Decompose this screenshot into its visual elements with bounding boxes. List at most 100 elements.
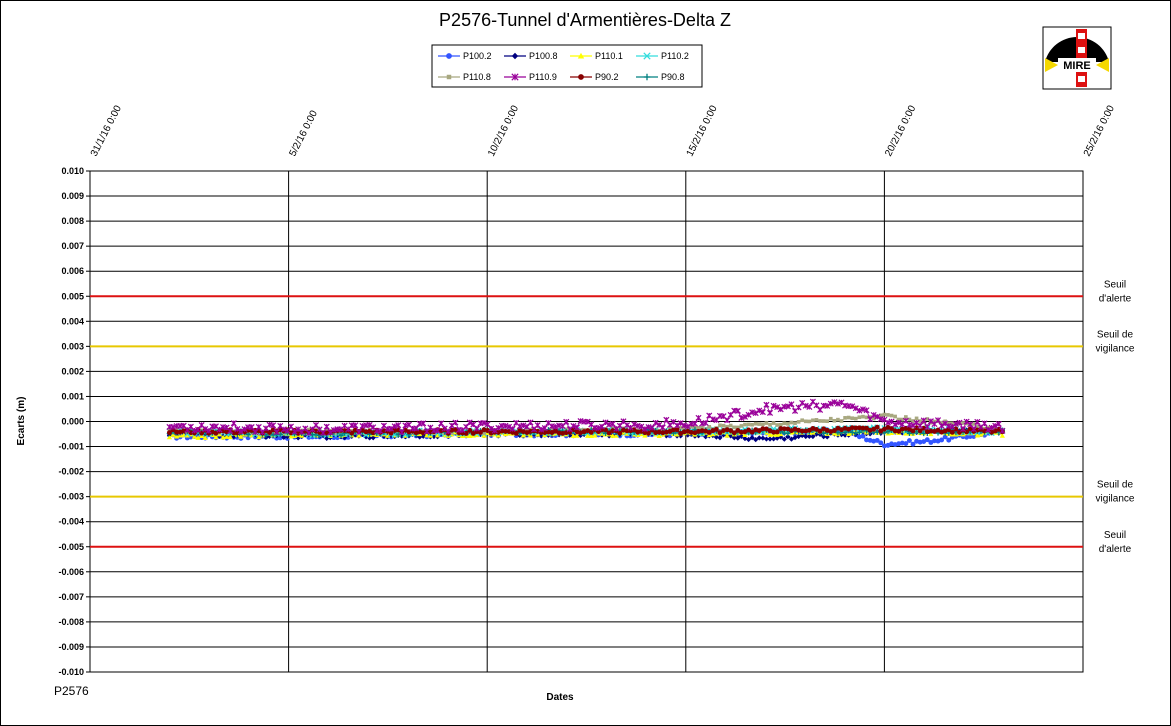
data-point <box>910 441 916 447</box>
plot-area: 0.010 0.009 0.008 0.007 0.006 0.005 0.004 0.003… <box>58 103 1134 677</box>
data-point <box>946 437 952 443</box>
legend-label: P110.1 <box>595 51 623 61</box>
y-tick-label: -0.002 <box>58 467 84 477</box>
data-point <box>910 428 916 434</box>
data-point <box>728 423 733 428</box>
data-point <box>166 430 172 436</box>
threshold-label: Seuil de vigilance <box>1096 480 1135 505</box>
data-point <box>796 420 801 424</box>
data-point <box>814 418 819 422</box>
legend-label: P90.2 <box>595 72 619 82</box>
data-point <box>753 421 758 426</box>
data-point <box>757 422 762 426</box>
data-point <box>893 414 897 419</box>
data-point <box>874 424 880 430</box>
data-point <box>789 420 794 425</box>
legend-label: P100.8 <box>529 51 558 61</box>
y-tick-label: 0.003 <box>61 341 84 351</box>
data-point <box>803 419 808 424</box>
data-point <box>746 422 751 427</box>
data-point <box>749 429 755 435</box>
data-point <box>949 429 955 435</box>
logo-ruler-mark <box>1078 33 1085 39</box>
data-point <box>721 423 726 428</box>
data-point <box>800 418 804 423</box>
data-point <box>831 428 837 434</box>
data-point <box>917 428 923 434</box>
data-point <box>793 421 797 426</box>
y-tick-label: 0.000 <box>61 417 84 427</box>
y-tick-label: -0.004 <box>58 517 84 527</box>
y-tick-label: 0.006 <box>61 266 84 276</box>
y-tick-label: -0.005 <box>58 542 84 552</box>
data-point <box>861 414 865 419</box>
legend: P100.2 P100.8 P110.1 P110.2 P110.8 P110.9 P90.… <box>431 44 703 88</box>
data-point <box>761 422 765 427</box>
data-point <box>732 425 737 430</box>
data-point <box>786 421 790 426</box>
y-tick-label: -0.010 <box>58 667 84 677</box>
y-tick-label: 0.001 <box>61 391 84 401</box>
data-point <box>771 421 776 425</box>
data-point <box>853 416 858 421</box>
data-point <box>886 413 890 417</box>
data-point <box>836 417 840 422</box>
data-point <box>778 422 783 427</box>
data-point <box>843 416 847 420</box>
data-point <box>839 419 844 423</box>
y-tick-label: 0.005 <box>61 291 84 301</box>
data-point <box>817 428 823 434</box>
data-point <box>807 419 812 424</box>
data-point <box>764 421 769 425</box>
data-point <box>821 419 826 423</box>
x-tick-label: 15/2/16 0:00 <box>685 103 720 158</box>
data-point <box>617 430 623 436</box>
data-point <box>846 415 851 420</box>
data-point <box>713 426 719 432</box>
data-point <box>828 416 833 421</box>
y-tick-label: -0.006 <box>58 567 84 577</box>
y-axis-label: Ecarts (m) <box>16 397 27 446</box>
x-tick-label: 31/1/16 0:00 <box>89 103 124 158</box>
data-point <box>774 429 780 435</box>
mire-logo: MIRE <box>1042 26 1112 90</box>
y-tick-label: 0.009 <box>61 191 84 201</box>
threshold-label: Seuil d'alerte <box>1099 530 1132 555</box>
data-point <box>832 418 837 423</box>
legend-swatch-marker <box>578 74 584 80</box>
data-point <box>825 419 830 424</box>
legend-swatch-marker <box>446 53 452 59</box>
y-tick-label: -0.003 <box>58 492 84 502</box>
data-point <box>860 433 866 439</box>
chart-title: P2576-Tunnel d'Armentières-Delta Z <box>439 10 731 30</box>
data-point <box>903 441 909 447</box>
data-point <box>775 423 779 427</box>
data-point <box>513 430 519 436</box>
legend-label: P90.8 <box>661 72 685 82</box>
data-point <box>811 418 815 423</box>
data-point <box>739 424 744 428</box>
legend-label: P110.8 <box>463 72 491 82</box>
data-point <box>857 415 862 420</box>
data-point <box>818 419 822 423</box>
legend-label: P110.2 <box>661 51 689 61</box>
y-tick-label: -0.007 <box>58 592 84 602</box>
y-tick-label: -0.008 <box>58 617 84 627</box>
threshold-label: Seuil de vigilance <box>1096 329 1135 354</box>
data-point <box>750 422 754 427</box>
data-point <box>924 437 930 443</box>
x-tick-label: 5/2/16 0:00 <box>287 108 320 158</box>
x-axis-label: Dates <box>546 692 574 703</box>
legend-swatch-marker <box>446 74 452 80</box>
y-tick-label: 0.002 <box>61 366 84 376</box>
x-tick-label: 25/2/16 0:00 <box>1082 103 1117 158</box>
x-tick-label: 10/2/16 0:00 <box>486 103 521 158</box>
legend-label: P100.2 <box>463 51 492 61</box>
data-point <box>882 412 887 417</box>
logo-ruler-mark <box>1078 47 1085 53</box>
data-point <box>889 413 894 418</box>
data-point <box>782 421 787 426</box>
logo-text: MIRE <box>1063 60 1091 72</box>
data-point <box>878 440 884 446</box>
footer-label: P2576 <box>54 684 89 698</box>
